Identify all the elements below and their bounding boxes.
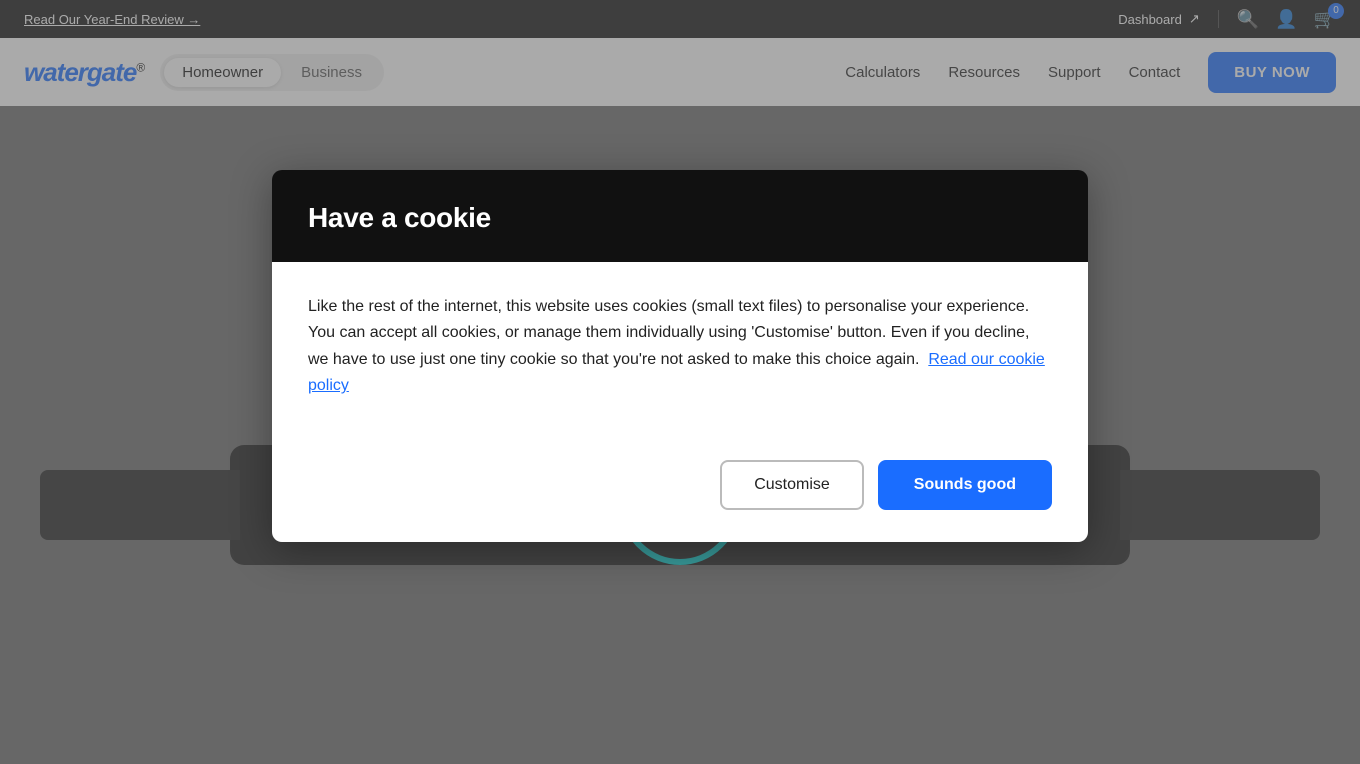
cookie-text: Like the rest of the internet, this webs… xyxy=(308,294,1052,400)
modal-backdrop: Have a cookie Like the rest of the inter… xyxy=(0,0,1360,764)
customise-button[interactable]: Customise xyxy=(720,460,864,510)
cookie-modal: Have a cookie Like the rest of the inter… xyxy=(272,170,1088,542)
cookie-header: Have a cookie xyxy=(272,170,1088,262)
sounds-good-button[interactable]: Sounds good xyxy=(878,460,1052,510)
cookie-body: Like the rest of the internet, this webs… xyxy=(272,262,1088,436)
cookie-title: Have a cookie xyxy=(308,202,1052,234)
cookie-actions: Customise Sounds good xyxy=(272,436,1088,542)
